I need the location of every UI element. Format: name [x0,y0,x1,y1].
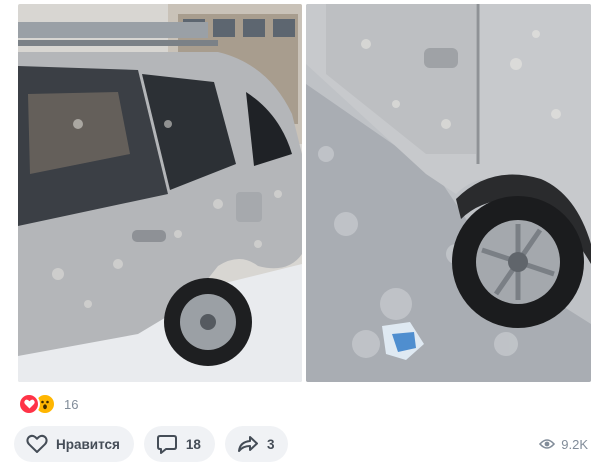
eye-icon [539,439,556,449]
comment-icon [156,435,177,454]
photo-gallery [18,4,591,382]
photo-car-wheel-image [306,4,591,382]
heart-icon [18,393,40,415]
share-button[interactable]: 3 [224,426,289,462]
reactions-summary[interactable]: 16 [18,393,79,415]
reactions-count: 16 [64,396,79,412]
comments-button[interactable]: 18 [143,426,215,462]
photo-car-side-image [18,4,302,382]
comments-count: 18 [185,436,201,452]
views-count: 9.2K [561,436,588,452]
like-button[interactable]: Нравится [14,426,134,462]
like-button-label: Нравится [56,436,120,452]
photo-car-wheel[interactable] [306,4,591,382]
shares-count: 3 [266,436,275,452]
post-actions: Нравится 18 3 [14,426,289,462]
views-counter: 9.2K [539,434,588,454]
photo-car-side[interactable] [18,4,302,382]
heart-outline-icon [26,434,48,453]
share-arrow-icon [237,436,258,452]
